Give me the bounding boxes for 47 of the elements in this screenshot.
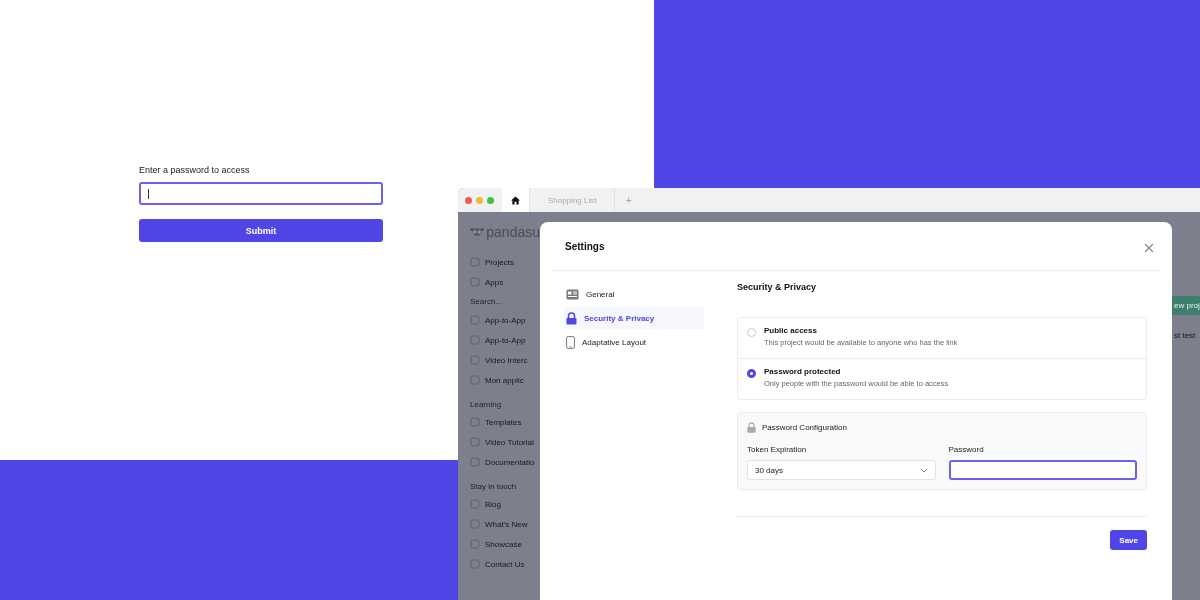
list-text: st test	[1173, 331, 1196, 340]
sidebar-item[interactable]: Mon applic	[470, 370, 540, 390]
home-icon	[511, 195, 520, 205]
expiration-select[interactable]: 30 days	[747, 460, 936, 480]
panda-logo-icon	[470, 226, 485, 238]
close-window-icon[interactable]	[465, 196, 472, 204]
id-card-icon	[566, 288, 579, 300]
phone-icon	[566, 335, 575, 349]
dialog-title: Settings	[565, 240, 605, 252]
section-title: Security & Privacy	[737, 282, 818, 292]
home-tab[interactable]	[502, 188, 530, 212]
sidebar-item[interactable]: App-to-App	[470, 310, 540, 330]
sidebar-item[interactable]: App-to-App	[470, 330, 540, 350]
sidebar-item[interactable]: Projects	[470, 252, 540, 272]
section-heading: Learning	[470, 398, 503, 411]
sidebar-item[interactable]: Documentatio	[470, 452, 540, 472]
settings-nav-item[interactable]: Adaptative Layout	[564, 331, 704, 353]
field-label: Enter a password to access	[139, 165, 251, 175]
sidebar-item[interactable]: Showcase	[470, 534, 540, 554]
settings-nav-item[interactable]: General	[564, 283, 704, 305]
sidebar-item[interactable]: Apps	[470, 272, 540, 292]
radio-button[interactable]	[747, 369, 756, 378]
field-label: Password	[948, 445, 985, 454]
settings-nav-item[interactable]: Security & Privacy	[564, 307, 704, 329]
option-title: Public access	[764, 326, 818, 335]
submit-button[interactable]: Submit	[139, 219, 383, 242]
close-icon[interactable]	[1144, 243, 1154, 253]
new-project-button[interactable]: ew proj	[1172, 296, 1200, 315]
sidebar-item[interactable]: Video Tutorial	[470, 432, 540, 452]
section-heading: Stay in touch	[470, 480, 518, 493]
lock-icon	[566, 311, 577, 325]
card-title: Password Configuration	[762, 423, 847, 432]
lock-icon	[747, 422, 756, 433]
sidebar-item[interactable]: Video Interc	[470, 350, 540, 370]
text-cursor	[148, 188, 149, 199]
sidebar-item[interactable]: Contact Us	[470, 554, 540, 574]
maximize-window-icon[interactable]	[487, 196, 494, 204]
option-title: Password protected	[764, 367, 842, 376]
password-field[interactable]	[948, 460, 1137, 480]
field-label: Token Expiration	[747, 445, 808, 454]
sidebar-item[interactable]: Blog	[470, 494, 540, 514]
search-field[interactable]: Search...	[470, 292, 540, 310]
save-button[interactable]: Save	[1110, 530, 1147, 550]
chevron-down-icon	[919, 467, 928, 473]
sidebar-item[interactable]: Templates	[470, 412, 540, 432]
sidebar-item[interactable]: What's New	[470, 514, 540, 534]
password-field[interactable]	[139, 182, 383, 205]
